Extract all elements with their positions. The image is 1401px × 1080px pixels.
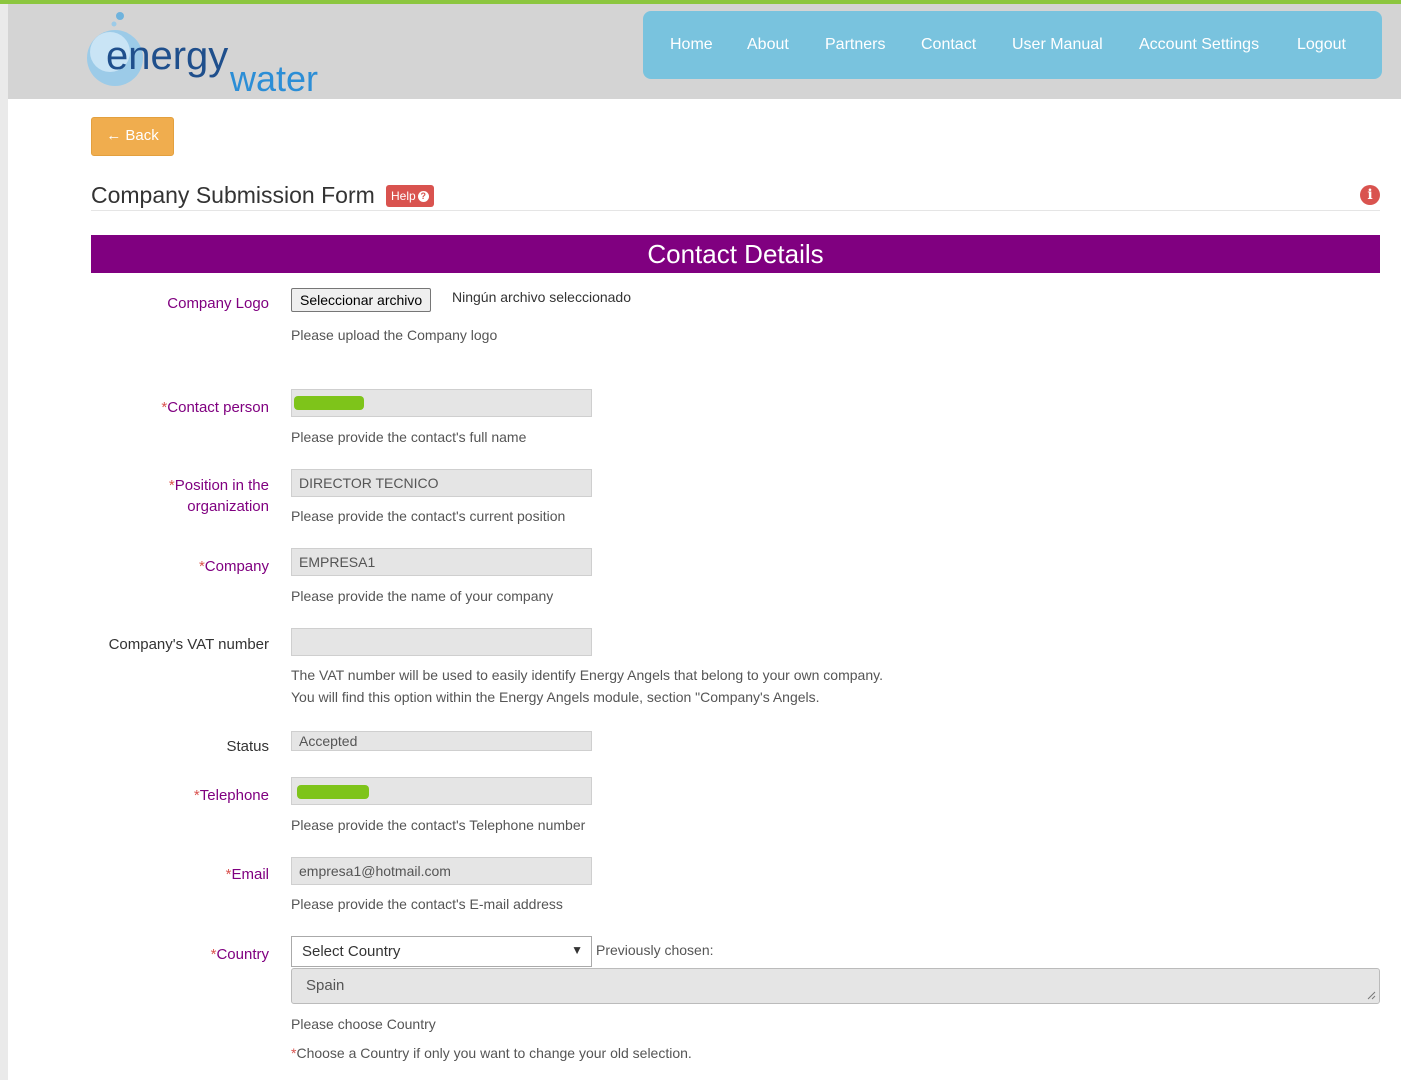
previously-chosen-label: Previously chosen: bbox=[596, 942, 714, 958]
help-label: Help bbox=[391, 189, 416, 203]
nav-account-settings[interactable]: Account Settings bbox=[1139, 36, 1259, 54]
vat-number-input[interactable] bbox=[291, 628, 592, 656]
position-input[interactable]: DIRECTOR TECNICO bbox=[291, 469, 592, 497]
hint-vat-line2: You will find this option within the Ene… bbox=[291, 689, 820, 705]
site-logo[interactable]: energy water bbox=[80, 8, 350, 99]
previous-country-value: Spain bbox=[306, 977, 345, 994]
question-circle-icon: ? bbox=[417, 191, 429, 202]
company-input[interactable]: EMPRESA1 bbox=[291, 548, 592, 576]
hint-company-logo: Please upload the Company logo bbox=[291, 327, 498, 343]
status-field: Accepted bbox=[291, 731, 592, 751]
logo-word-water: water bbox=[230, 58, 319, 99]
hint-contact-person: Please provide the contact's full name bbox=[291, 429, 527, 445]
country-change-note: *Choose a Country if only you want to ch… bbox=[291, 1045, 692, 1061]
label-email: *Email bbox=[225, 866, 269, 883]
redaction-mark bbox=[294, 396, 364, 410]
nav-home[interactable]: Home bbox=[670, 36, 713, 54]
email-input[interactable]: empresa1@hotmail.com bbox=[291, 857, 592, 885]
logo-word-energy: energy bbox=[106, 34, 229, 78]
help-button[interactable]: Help? bbox=[386, 185, 434, 207]
main-nav: Home About Partners Contact User Manual … bbox=[643, 11, 1382, 79]
redaction-mark bbox=[297, 785, 369, 799]
page-title: Company Submission Form bbox=[91, 182, 375, 208]
back-button[interactable]: ← Back bbox=[91, 117, 174, 156]
country-select[interactable]: Select Country ▼ bbox=[291, 936, 592, 967]
label-company: *Company bbox=[198, 558, 269, 575]
label-contact-person: *Contact person bbox=[161, 399, 269, 416]
dropdown-arrow-icon: ▼ bbox=[571, 943, 583, 957]
file-status-text: Ningún archivo seleccionado bbox=[452, 289, 631, 305]
nav-partners[interactable]: Partners bbox=[825, 36, 885, 54]
hint-position: Please provide the contact's current pos… bbox=[291, 508, 566, 524]
label-telephone: *Telephone bbox=[193, 787, 269, 804]
previous-country-textarea[interactable]: Spain bbox=[291, 968, 1380, 1004]
nav-logout[interactable]: Logout bbox=[1297, 36, 1346, 54]
label-country: *Country bbox=[210, 946, 269, 963]
label-position: *Position in the organization bbox=[168, 477, 269, 515]
left-edge-strip bbox=[0, 4, 8, 1080]
label-company-logo: Company Logo bbox=[167, 295, 269, 312]
nav-user-manual[interactable]: User Manual bbox=[1012, 36, 1103, 54]
info-circle-icon[interactable]: i bbox=[1360, 185, 1380, 205]
nav-about[interactable]: About bbox=[747, 36, 789, 54]
title-divider bbox=[91, 210, 1380, 211]
hint-country: Please choose Country bbox=[291, 1016, 436, 1032]
section-header-contact-details: Contact Details bbox=[91, 235, 1380, 273]
hint-vat-line1: The VAT number will be used to easily id… bbox=[291, 667, 883, 683]
hint-company: Please provide the name of your company bbox=[291, 588, 554, 604]
resize-handle-icon[interactable] bbox=[1366, 990, 1376, 1000]
label-vat-number: Company's VAT number bbox=[108, 636, 269, 653]
choose-file-button[interactable]: Seleccionar archivo bbox=[291, 288, 432, 312]
label-status: Status bbox=[226, 738, 269, 755]
hint-email: Please provide the contact's E-mail addr… bbox=[291, 896, 563, 912]
nav-contact[interactable]: Contact bbox=[921, 36, 976, 54]
country-select-value: Select Country bbox=[302, 943, 401, 960]
hint-telephone: Please provide the contact's Telephone n… bbox=[291, 817, 586, 833]
